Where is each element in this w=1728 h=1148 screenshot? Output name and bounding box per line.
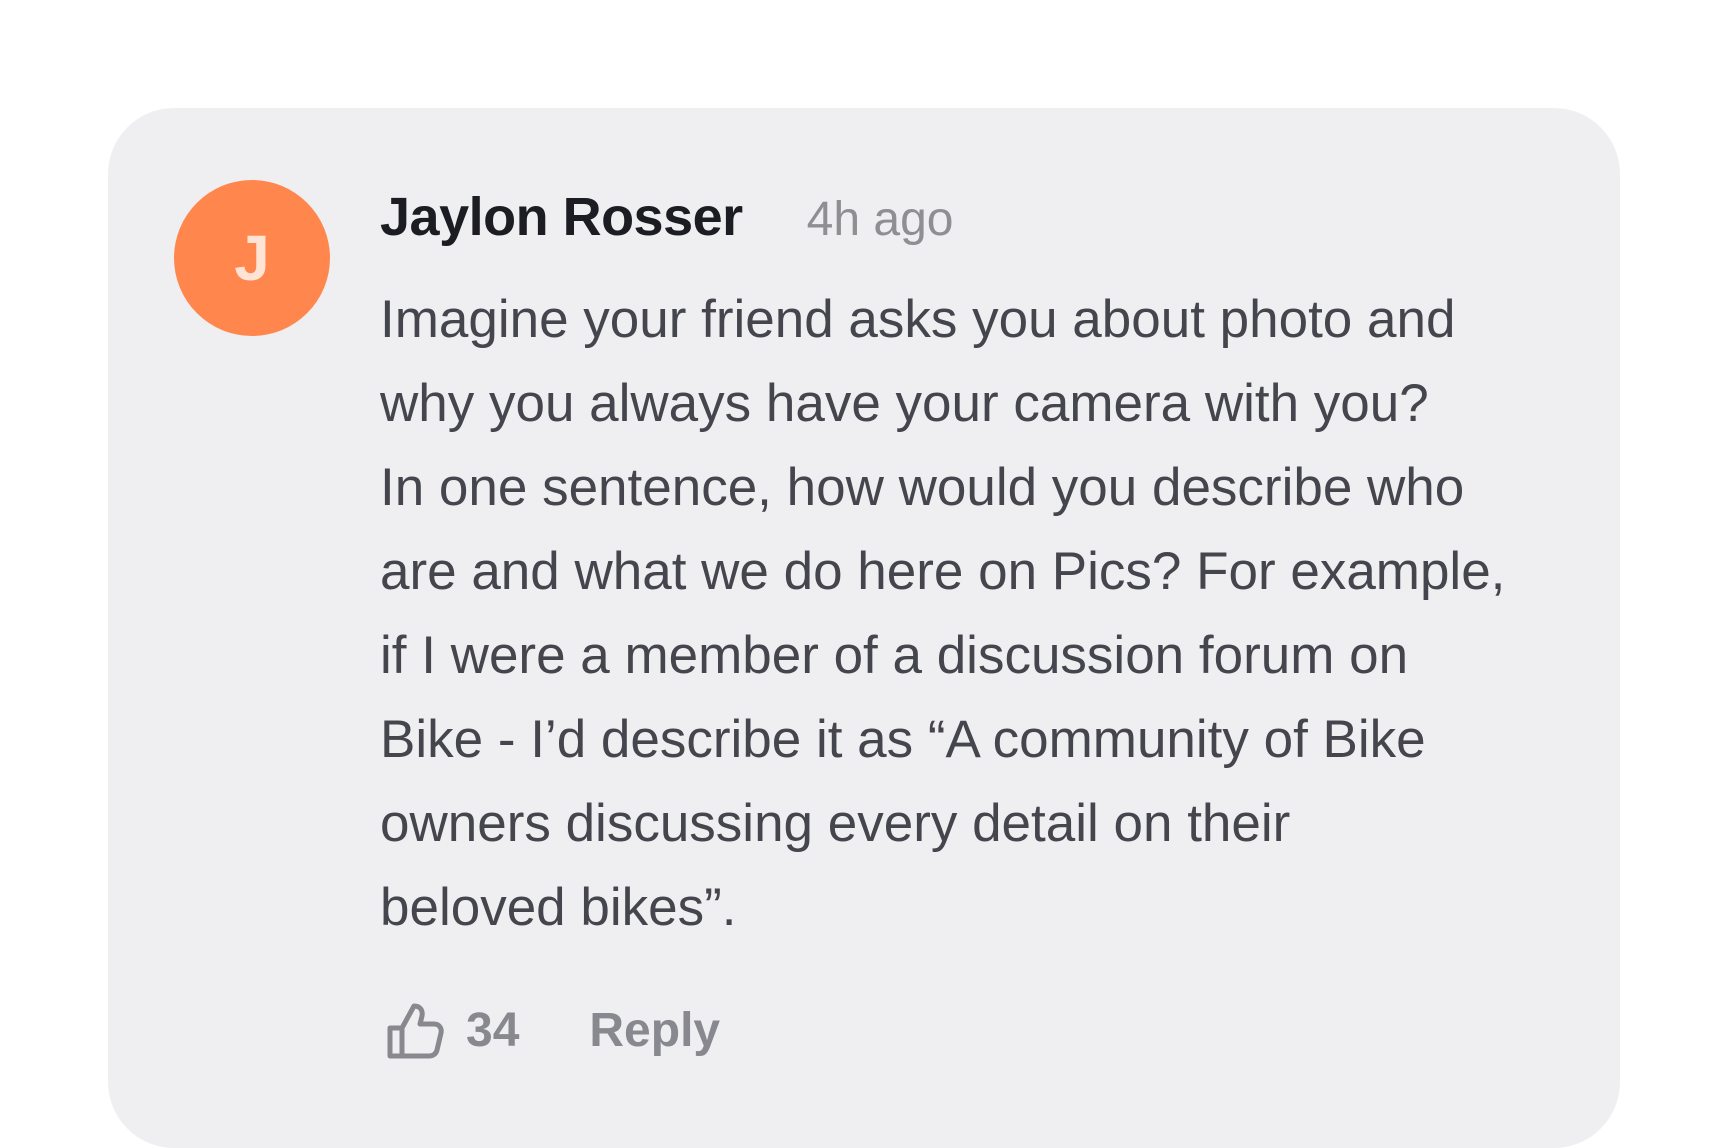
comment-actions: 34 Reply bbox=[380, 990, 720, 1070]
like-count: 34 bbox=[466, 1003, 520, 1057]
reply-button[interactable]: Reply bbox=[589, 1003, 720, 1058]
timestamp: 4h ago bbox=[806, 193, 954, 246]
author-name[interactable]: Jaylon Rosser bbox=[380, 186, 743, 248]
avatar-initial: J bbox=[234, 222, 270, 294]
comment-content: Jaylon Rosser 4h ago Imagine your friend… bbox=[380, 186, 1560, 950]
avatar[interactable]: J bbox=[174, 180, 330, 336]
like-button[interactable]: 34 bbox=[380, 998, 519, 1062]
comment-meta: Jaylon Rosser 4h ago bbox=[380, 186, 1560, 266]
thumbs-up-icon[interactable] bbox=[380, 998, 444, 1062]
comment-body: Imagine your friend asks you about photo… bbox=[380, 290, 1506, 937]
